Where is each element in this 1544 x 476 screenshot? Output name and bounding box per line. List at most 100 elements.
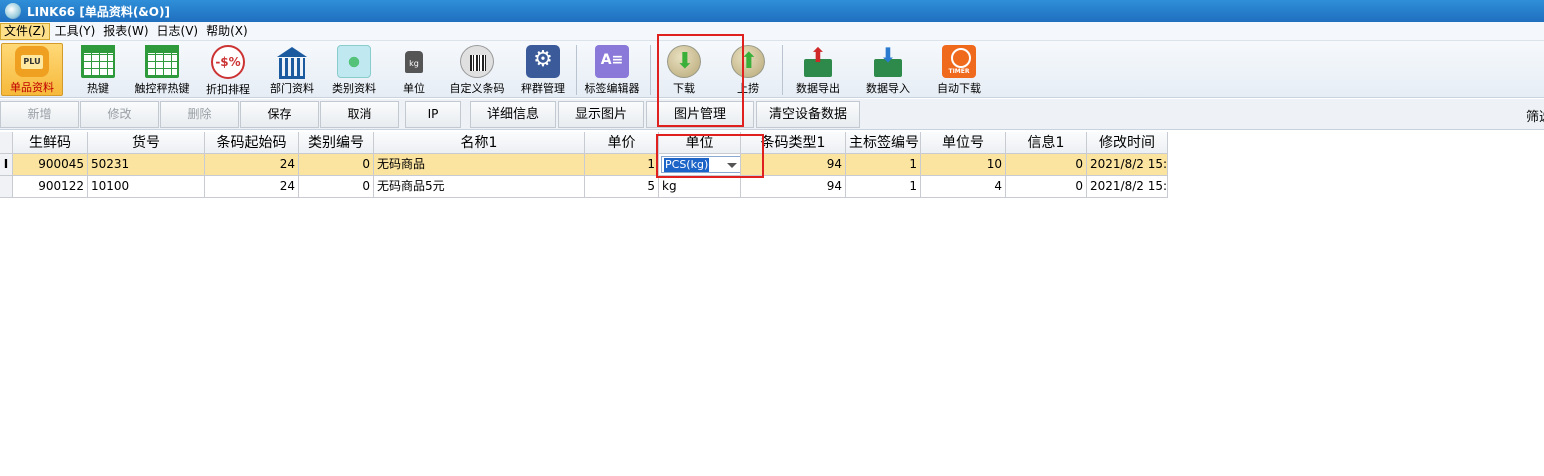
table-cell[interactable]: 2021/8/2 15:4 (1087, 176, 1168, 198)
barcode-icon (460, 45, 494, 78)
menu-log[interactable]: 日志(V) (154, 23, 202, 40)
toolbar-separator (782, 45, 783, 95)
touch-hotkey-label: 触控秤热键 (134, 82, 190, 95)
column-header[interactable]: 单位号 (921, 132, 1006, 154)
plu-icon (15, 46, 49, 77)
spreadsheet-icon (81, 45, 115, 78)
toolbar: 单品资料 热键 触控秤热键 -$% 折扣排程 部门资料 类别资料 单位 自定义条… (0, 41, 1544, 98)
title-bar: LINK66 [单品资料(&O)] (0, 0, 1544, 22)
category-label: 类别资料 (332, 82, 376, 95)
table-cell[interactable]: 24 (205, 154, 299, 176)
import-icon (871, 43, 905, 78)
label-editor-button[interactable]: 标签编辑器 (579, 43, 645, 96)
filter-label[interactable]: 筛选 (1526, 106, 1544, 125)
label-editor-icon (595, 45, 629, 78)
table-cell[interactable]: 900122 (13, 176, 88, 198)
custom-barcode-label: 自定义条码 (449, 82, 505, 95)
menu-reports[interactable]: 报表(W) (100, 23, 151, 40)
table-cell[interactable]: 2021/8/2 15:4 (1087, 154, 1168, 176)
app-icon (5, 3, 21, 19)
import-button[interactable]: 数据导入 (860, 43, 916, 96)
table-cell[interactable]: kg (659, 176, 741, 198)
category-icon (337, 45, 371, 78)
edit-button[interactable]: 修改 (80, 101, 159, 128)
spreadsheet-icon (145, 45, 179, 78)
table-cell[interactable]: 0 (1006, 154, 1087, 176)
clear-device-button[interactable]: 清空设备数据 (756, 101, 860, 128)
table-cell[interactable]: 94 (741, 176, 846, 198)
building-icon (275, 45, 309, 79)
menu-bar: 文件(Z) 工具(Y) 报表(W) 日志(V) 帮助(X) (0, 22, 1544, 41)
table-header: 生鲜码 货号 条码起始码 类别编号 名称1 单价 单位 条码类型1 主标签编号 … (0, 132, 1168, 154)
menu-help[interactable]: 帮助(X) (203, 23, 251, 40)
export-button[interactable]: 数据导出 (790, 43, 846, 96)
row-indicator (0, 176, 13, 198)
table-cell[interactable]: 1 (846, 154, 921, 176)
menu-file[interactable]: 文件(Z) (0, 22, 50, 40)
table-row[interactable]: 900122 10100 24 0 无码商品5元 5 kg 94 1 4 0 2… (0, 176, 1168, 198)
delete-button[interactable]: 删除 (160, 101, 239, 128)
plu-button[interactable]: 单品资料 (1, 43, 63, 96)
table-cell[interactable]: 10100 (88, 176, 205, 198)
toolbar-separator (576, 45, 577, 95)
column-header[interactable]: 货号 (88, 132, 205, 154)
column-header[interactable]: 主标签编号 (846, 132, 921, 154)
dept-button[interactable]: 部门资料 (264, 43, 320, 96)
table-cell[interactable]: 900045 (13, 154, 88, 176)
table-cell[interactable]: 50231 (88, 154, 205, 176)
table-cell[interactable]: 10 (921, 154, 1006, 176)
save-button[interactable]: 保存 (240, 101, 319, 128)
column-header[interactable]: 修改时间 (1087, 132, 1168, 154)
label-editor-label: 标签编辑器 (584, 82, 640, 95)
table-cell[interactable]: 1 (585, 154, 659, 176)
table-cell[interactable]: 1 (846, 176, 921, 198)
custom-barcode-button[interactable]: 自定义条码 (444, 43, 510, 96)
table-cell[interactable]: 5 (585, 176, 659, 198)
table-cell[interactable]: 0 (1006, 176, 1087, 198)
category-button[interactable]: 类别资料 (326, 43, 382, 96)
table-cell[interactable]: 4 (921, 176, 1006, 198)
action-bar: 新增 修改 删除 保存 取消 IP 详细信息 显示图片 图片管理 清空设备数据 … (0, 99, 1544, 130)
column-header[interactable]: 名称1 (374, 132, 585, 154)
scale-mgmt-label: 秤群管理 (521, 82, 565, 95)
table-row[interactable]: I 900045 50231 24 0 无码商品 1 PCS(kg) 94 1 … (0, 154, 1168, 176)
export-icon (801, 43, 835, 78)
hotkey-button[interactable]: 热键 (68, 43, 128, 96)
table-cell[interactable]: 无码商品5元 (374, 176, 585, 198)
cancel-button[interactable]: 取消 (320, 101, 399, 128)
new-button[interactable]: 新增 (0, 101, 79, 128)
highlight-box-download (657, 34, 744, 127)
plu-label: 单品资料 (10, 81, 54, 94)
discount-button[interactable]: -$% 折扣排程 (200, 43, 256, 96)
ip-button[interactable]: IP (405, 101, 461, 128)
auto-download-button[interactable]: 自动下载 (930, 43, 988, 96)
table-cell[interactable]: 0 (299, 176, 374, 198)
column-header[interactable]: 条码起始码 (205, 132, 299, 154)
gear-icon (526, 45, 560, 78)
show-image-button[interactable]: 显示图片 (558, 101, 644, 128)
highlight-box-unit (656, 134, 764, 178)
column-header[interactable]: 信息1 (1006, 132, 1087, 154)
scale-mgmt-button[interactable]: 秤群管理 (514, 43, 572, 96)
unit-label: 单位 (403, 82, 425, 95)
column-header[interactable]: 类别编号 (299, 132, 374, 154)
column-header[interactable]: 生鲜码 (13, 132, 88, 154)
column-header[interactable]: 单价 (585, 132, 659, 154)
hotkey-label: 热键 (87, 82, 109, 95)
menu-tools[interactable]: 工具(Y) (52, 23, 99, 40)
auto-download-label: 自动下载 (937, 82, 981, 95)
touch-hotkey-button[interactable]: 触控秤热键 (130, 43, 194, 96)
discount-label: 折扣排程 (206, 83, 250, 96)
table-cell[interactable]: 24 (205, 176, 299, 198)
weight-icon (397, 45, 431, 78)
row-indicator-header (0, 132, 13, 154)
detail-button[interactable]: 详细信息 (470, 101, 556, 128)
table-cell[interactable]: 无码商品 (374, 154, 585, 176)
import-label: 数据导入 (866, 82, 910, 95)
timer-icon (942, 45, 976, 78)
unit-button[interactable]: 单位 (392, 43, 436, 96)
discount-icon: -$% (211, 45, 245, 79)
table-cell[interactable]: 0 (299, 154, 374, 176)
window-title: LINK66 [单品资料(&O)] (27, 4, 170, 19)
row-indicator: I (0, 154, 13, 176)
